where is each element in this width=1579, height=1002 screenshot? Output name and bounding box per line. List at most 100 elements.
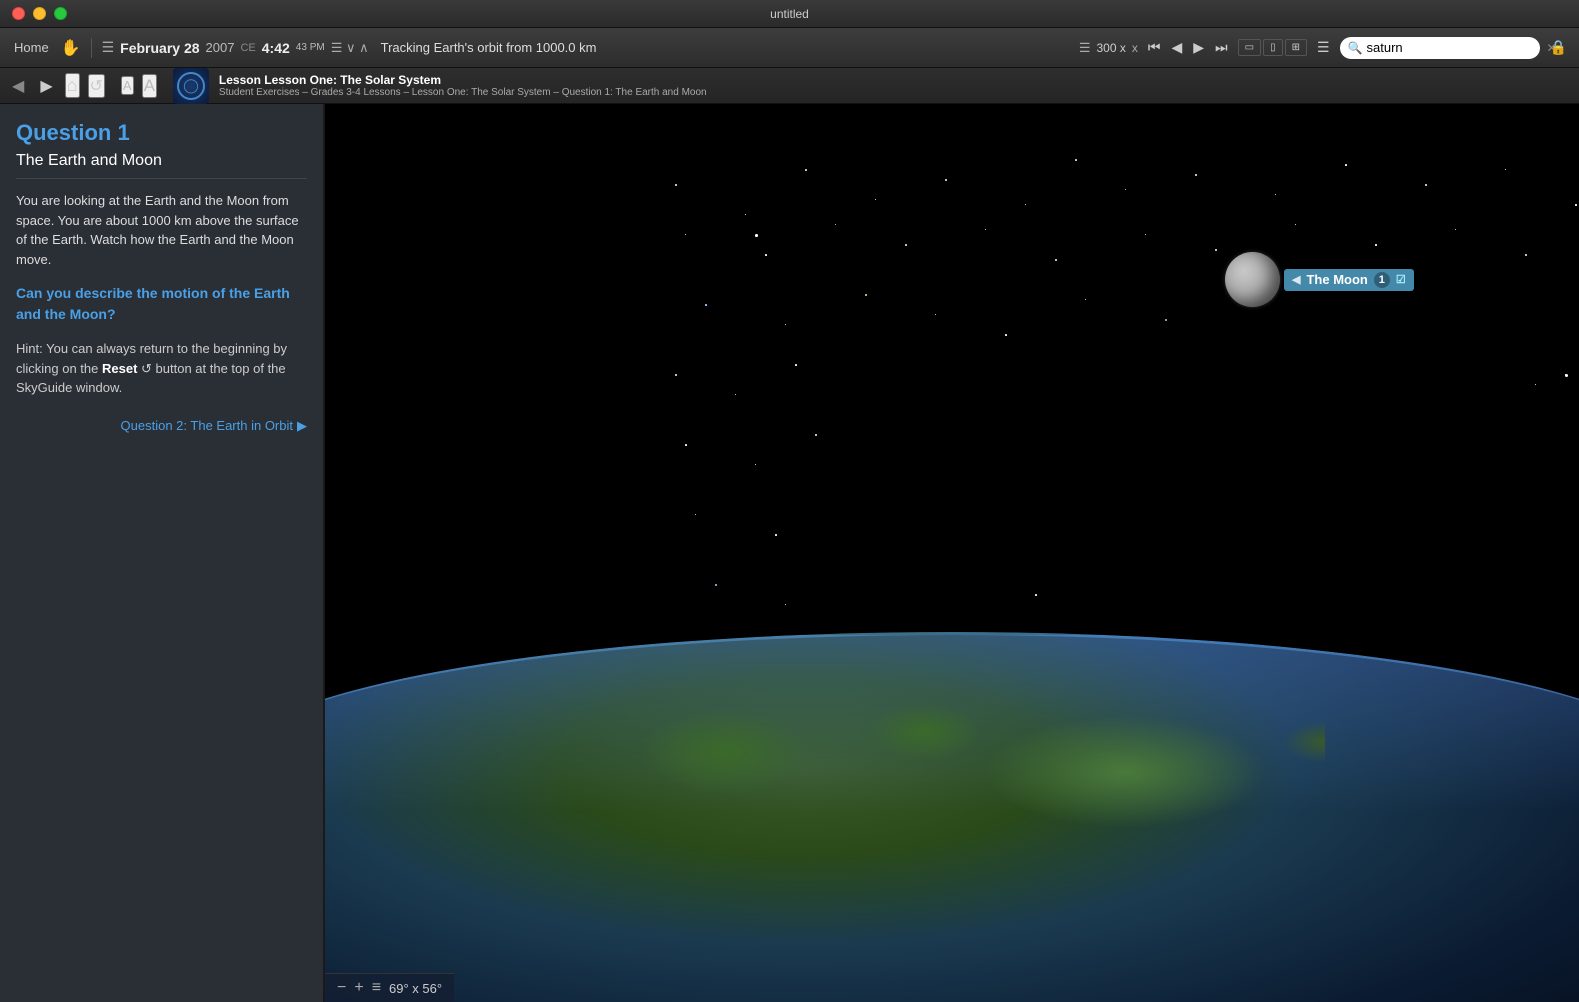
star <box>705 304 707 306</box>
nav-back-button[interactable]: ◀ <box>8 76 28 96</box>
skip-forward-button[interactable]: ⏭ <box>1211 38 1232 57</box>
menu-icon: ☰ <box>102 39 115 56</box>
moon-label[interactable]: ◀ The Moon 1 ☑ <box>1284 269 1414 291</box>
reset-strong: Reset <box>102 361 137 376</box>
view-btn-2[interactable]: ▯ <box>1263 39 1283 56</box>
star <box>1025 204 1026 205</box>
star <box>685 444 687 446</box>
star <box>905 244 907 246</box>
lock-button[interactable]: 🔒 <box>1546 38 1571 57</box>
minimize-button[interactable] <box>33 7 46 20</box>
toolbar-era: CE <box>240 42 255 54</box>
play-button[interactable]: ▶ <box>1189 38 1208 57</box>
star <box>1215 249 1217 251</box>
nav-home-button[interactable]: ⌂ <box>65 73 80 98</box>
star <box>935 314 936 315</box>
view-btn-1[interactable]: ▭ <box>1238 39 1261 56</box>
toolbar-time-seconds: 43 PM <box>296 42 325 53</box>
navbar: ◀ ▶ ⌂ ↺ A A ◯ Lesson Lesson One: The Sol… <box>0 68 1579 104</box>
moon-container[interactable]: ◀ The Moon 1 ☑ <box>1225 252 1414 307</box>
earth <box>325 632 1579 1002</box>
star <box>805 169 807 171</box>
status-coordinates: 69° x 56° <box>389 981 442 996</box>
star <box>715 584 717 586</box>
star <box>675 374 677 376</box>
star <box>1055 259 1057 261</box>
question-number: Question 1 <box>16 120 307 146</box>
toolbar-speed-menu-icon: ☰ <box>1079 40 1091 56</box>
next-question-label: Question 2: The Earth in Orbit <box>121 418 293 433</box>
star <box>1035 594 1037 596</box>
star <box>765 254 767 256</box>
search-container[interactable]: 🔍 ✕ <box>1340 37 1540 59</box>
font-small-button[interactable]: A <box>121 76 134 95</box>
view-btn-3[interactable]: ⊞ <box>1285 39 1307 56</box>
sidebar-body: You are looking at the Earth and the Moo… <box>16 191 307 269</box>
lesson-text: Lesson Lesson One: The Solar System Stud… <box>219 73 707 98</box>
main-layout: Question 1 The Earth and Moon You are lo… <box>0 104 1579 1002</box>
search-input[interactable] <box>1367 40 1543 55</box>
star <box>1535 384 1536 385</box>
playback-controls: ⏮ ◀ ▶ ⏭ <box>1144 38 1232 57</box>
nav-forward-button[interactable]: ▶ <box>36 76 56 96</box>
star <box>985 229 986 230</box>
star <box>865 294 867 296</box>
toolbar-speed: 300 x <box>1097 41 1126 55</box>
star <box>1565 374 1568 377</box>
star <box>1145 234 1146 235</box>
toolbar-speed-unit: x <box>1132 41 1138 55</box>
star <box>815 434 817 436</box>
window-controls <box>12 7 67 20</box>
search-icon: 🔍 <box>1348 41 1363 55</box>
close-button[interactable] <box>12 7 25 20</box>
star <box>755 234 758 237</box>
nav-reset-button[interactable]: ↺ <box>88 74 105 98</box>
next-question-link[interactable]: Question 2: The Earth in Orbit ▶ <box>16 418 307 434</box>
star <box>1275 194 1276 195</box>
skip-back-button[interactable]: ⏮ <box>1144 38 1165 57</box>
home-button[interactable]: Home <box>8 38 55 57</box>
view-buttons: ▭ ▯ ⊞ <box>1238 39 1307 56</box>
toolbar-date: February 28 <box>120 40 199 56</box>
hint-text-prefix: Hint: You can always return to the begin… <box>16 341 287 395</box>
moon-label-check-icon: ☑ <box>1396 273 1406 286</box>
status-menu-icon[interactable]: ≡ <box>372 979 381 997</box>
star <box>1375 244 1377 246</box>
star <box>1085 299 1086 300</box>
settings-button[interactable]: ☰ <box>1313 38 1334 57</box>
star <box>1195 174 1197 176</box>
star <box>875 199 876 200</box>
zoom-in-button[interactable]: + <box>354 979 363 997</box>
lesson-breadcrumb: Student Exercises – Grades 3-4 Lessons –… <box>219 87 707 98</box>
moon-label-number: 1 <box>1374 272 1390 288</box>
star <box>685 234 686 235</box>
toolbar-time: 4:42 <box>262 40 290 56</box>
star <box>695 514 696 515</box>
star <box>675 184 677 186</box>
next-arrow-icon: ▶ <box>297 418 307 434</box>
moon-label-text: The Moon <box>1306 272 1367 287</box>
status-bar: − + ≡ 69° x 56° <box>325 973 454 1002</box>
window-title: untitled <box>770 7 809 21</box>
divider <box>91 38 92 58</box>
step-back-button[interactable]: ◀ <box>1167 38 1186 57</box>
star <box>1505 169 1506 170</box>
font-large-button[interactable]: A <box>142 74 157 98</box>
star <box>1075 159 1077 161</box>
maximize-button[interactable] <box>54 7 67 20</box>
sky-view[interactable]: ◀ The Moon 1 ☑ − + ≡ 69° x 56° <box>325 104 1579 1002</box>
star <box>1425 184 1427 186</box>
lesson-title: Lesson Lesson One: The Solar System <box>219 73 707 87</box>
star <box>1455 229 1456 230</box>
zoom-out-button[interactable]: − <box>337 979 346 997</box>
question-subtitle: The Earth and Moon <box>16 152 307 170</box>
lesson-info: ◯ Lesson Lesson One: The Solar System St… <box>173 68 707 104</box>
star <box>1295 224 1296 225</box>
star <box>945 179 947 181</box>
lesson-icon: ◯ <box>173 68 209 104</box>
star <box>755 464 756 465</box>
toolbar-year: 2007 <box>206 40 235 55</box>
moon-label-arrow: ◀ <box>1292 273 1300 286</box>
star <box>785 604 786 605</box>
titlebar: untitled <box>0 0 1579 28</box>
